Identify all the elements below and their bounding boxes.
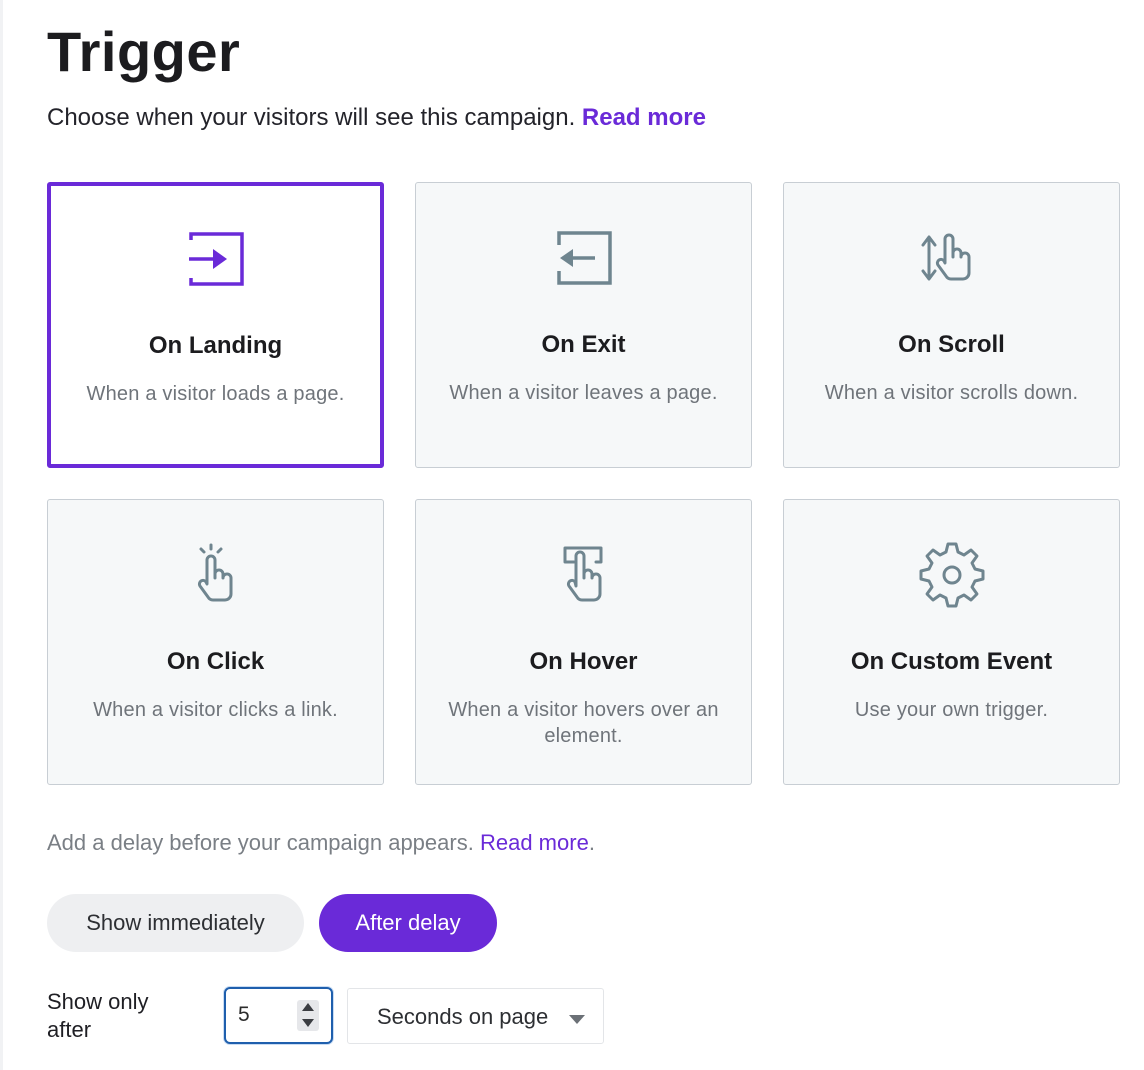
- trigger-card-description: When a visitor scrolls down.: [824, 382, 1079, 404]
- gear-icon: [919, 542, 984, 608]
- trigger-card-on-click[interactable]: On Click When a visitor clicks a link.: [47, 499, 384, 785]
- exit-arrow-icon: [556, 231, 612, 285]
- trigger-settings-panel: Trigger Choose when your visitors will s…: [0, 0, 1144, 1070]
- trigger-card-description: Use your own trigger.: [854, 699, 1049, 721]
- stepper-spin-buttons: [297, 1000, 319, 1031]
- delay-read-more-link[interactable]: Read more: [480, 830, 589, 855]
- delay-amount-stepper[interactable]: [224, 987, 333, 1044]
- enter-arrow-icon: [188, 231, 244, 286]
- trigger-card-title: On Click: [166, 648, 265, 675]
- scroll-hand-icon: [921, 233, 970, 281]
- show-immediately-button[interactable]: Show immediately: [47, 894, 304, 952]
- trigger-card-title: On Custom Event: [850, 648, 1053, 675]
- trigger-card-description: When a visitor clicks a link.: [93, 699, 338, 721]
- trigger-card-on-exit[interactable]: On Exit When a visitor leaves a page.: [415, 182, 752, 468]
- read-more-link[interactable]: Read more: [582, 104, 706, 131]
- trigger-card-title: On Exit: [541, 331, 626, 358]
- trigger-card-on-hover[interactable]: On Hover When a visitor hovers over an e…: [415, 499, 752, 785]
- trigger-card-on-scroll[interactable]: On Scroll When a visitor scrolls down.: [783, 182, 1120, 468]
- trigger-card-description: When a visitor leaves a page.: [449, 382, 718, 404]
- caret-down-icon: [569, 1015, 585, 1024]
- delay-description: Add a delay before your campaign appears…: [47, 830, 595, 856]
- chevron-down-icon: [302, 1019, 314, 1027]
- delay-unit-select[interactable]: Seconds on page: [347, 988, 604, 1044]
- increment-button[interactable]: [297, 1000, 319, 1015]
- trigger-card-title: On Landing: [148, 331, 283, 359]
- trigger-card-description: When a visitor hovers over an element.: [448, 699, 719, 747]
- subtitle-text: Choose when your visitors will see this …: [47, 104, 576, 131]
- delay-text: Add a delay before your campaign appears…: [47, 830, 474, 855]
- page-subtitle: Choose when your visitors will see this …: [47, 103, 706, 133]
- click-hand-icon: [197, 543, 232, 602]
- hover-hand-icon: [563, 546, 602, 602]
- delay-unit-value: Seconds on page: [377, 1004, 549, 1029]
- trigger-card-title: On Scroll: [898, 331, 1005, 358]
- trigger-card-description: When a visitor loads a page.: [86, 382, 345, 405]
- trigger-card-on-landing[interactable]: On Landing When a visitor loads a page.: [47, 182, 384, 468]
- trigger-card-title: On Hover: [529, 648, 638, 675]
- delay-amount-input[interactable]: [238, 1003, 288, 1027]
- trigger-card-on-custom-event[interactable]: On Custom Event Use your own trigger.: [783, 499, 1120, 785]
- after-delay-button[interactable]: After delay: [319, 894, 497, 952]
- decrement-button[interactable]: [297, 1016, 319, 1031]
- chevron-up-icon: [302, 1003, 314, 1011]
- page-title: Trigger: [47, 20, 241, 83]
- show-only-after-label: Show only after: [47, 989, 149, 1042]
- delay-period: .: [588, 830, 595, 855]
